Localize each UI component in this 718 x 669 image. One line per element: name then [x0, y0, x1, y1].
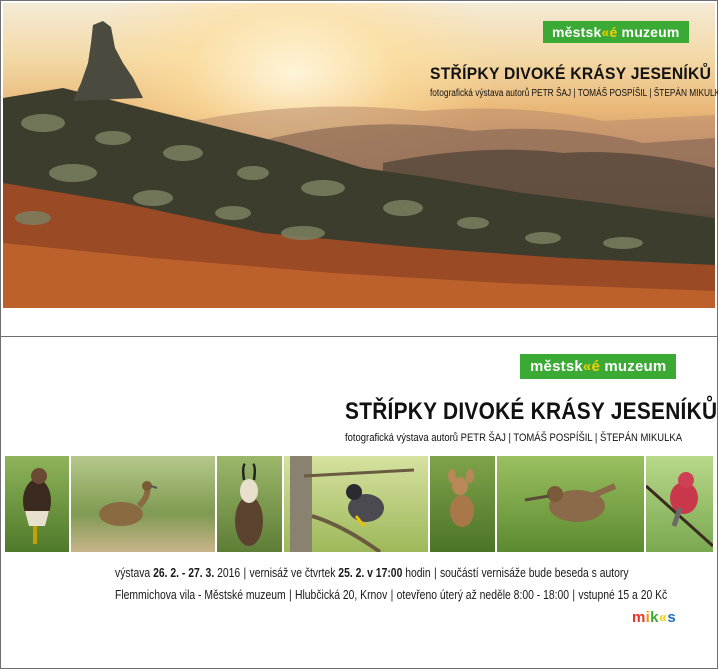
exhibition-subtitle-bottom: fotografická výstava autorů PETR ŠAJ | T…: [345, 432, 683, 444]
section-divider: [0, 336, 718, 337]
mikos-logo: mik«s: [632, 609, 677, 626]
photo-strip: [5, 456, 713, 552]
venue-info-line: Flemmichova vila - Městské muzeum | Hlubči…: [115, 588, 668, 602]
mountain-landscape-photo: [3, 3, 715, 308]
rosefinch-photo: [646, 456, 713, 552]
exhibition-dates-line: výstava 26. 2. - 27. 3. 2016 | vernisáž ve…: [115, 566, 629, 580]
museum-logo-bottom: městsk«é muzeum: [520, 354, 677, 379]
exhibition-subtitle: fotografická výstava autorů PETR ŠAJ | T…: [430, 88, 718, 99]
chamois-photo: [217, 456, 282, 552]
fawn-photo: [430, 456, 495, 552]
bird-of-prey-photo: [5, 456, 69, 552]
corncrake-photo: [71, 456, 215, 552]
peregrine-falcon-photo: [284, 456, 428, 552]
woodcock-photo: [497, 456, 644, 552]
museum-logo: městsk«é muzeum: [543, 21, 689, 43]
exhibition-title: STŘÍPKY DIVOKÉ KRÁSY JESENÍKŮ: [430, 64, 712, 83]
exhibition-title-bottom: STŘÍPKY DIVOKÉ KRÁSY JESENÍKŮ: [345, 398, 718, 425]
